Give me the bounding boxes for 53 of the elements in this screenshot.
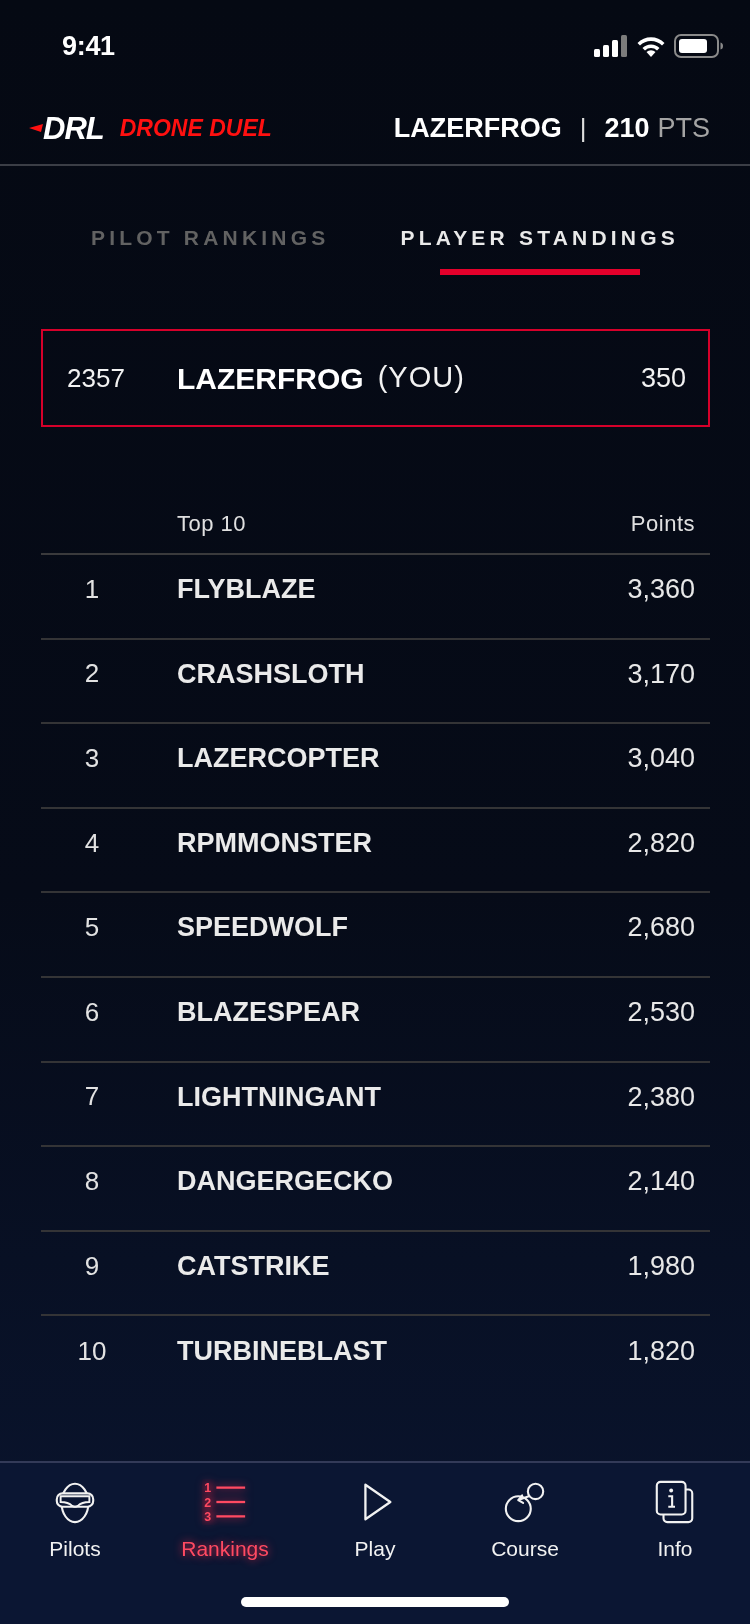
rank-number: 3 xyxy=(83,742,101,775)
rank-number: 5 xyxy=(83,911,101,945)
points-unit: PTS xyxy=(657,111,710,145)
column-header: Top 10 xyxy=(177,510,247,538)
rank-number: 6 xyxy=(83,995,101,1029)
player-name: FLYBLAZE xyxy=(177,573,316,607)
nav-item[interactable]: Pilots xyxy=(0,1463,150,1561)
app-title: DRONE DUEL xyxy=(119,113,272,143)
logo-mark: DRL xyxy=(43,112,104,144)
nav-item[interactable]: 1 2 3 Rankings xyxy=(150,1463,300,1561)
status-time: 9:41 xyxy=(62,29,115,63)
points-value: 2,680 xyxy=(627,911,695,945)
rank-number: 2357 xyxy=(67,361,126,395)
rank-number: 7 xyxy=(83,1080,101,1114)
tab[interactable]: PLAYER STANDINGS xyxy=(400,226,679,275)
rank-number: 10 xyxy=(76,1335,108,1369)
player-name: DANGERGECKO xyxy=(177,1165,393,1199)
player-name: TURBINEBLAST xyxy=(177,1335,387,1369)
player-name: LIGHTNINGANT xyxy=(177,1080,381,1114)
nav-item[interactable]: Course xyxy=(450,1463,600,1561)
points-value: 2,820 xyxy=(627,826,695,860)
wedge-icon xyxy=(29,124,43,132)
rank-number: 2 xyxy=(83,657,101,691)
nav-item[interactable]: Info xyxy=(600,1463,750,1561)
rank-number: 1 xyxy=(83,572,101,606)
player-name: LAZERFROG xyxy=(177,360,364,397)
points-value: 1,980 xyxy=(627,1249,695,1283)
player-name: LAZERCOPTER xyxy=(177,742,380,776)
points-value: 3,040 xyxy=(627,742,695,776)
points-value: 2,140 xyxy=(627,1165,695,1199)
column-header: Points xyxy=(630,510,695,538)
points-value: 2,380 xyxy=(627,1080,695,1114)
points-value: 3,170 xyxy=(627,657,695,691)
signal-icon xyxy=(594,35,628,57)
username: LAZERFROG xyxy=(393,111,562,145)
player-name: SPEEDWOLF xyxy=(177,911,348,945)
you-tag: (YOU) xyxy=(377,356,465,400)
points-value: 350 xyxy=(640,361,686,395)
player-name: BLAZESPEAR xyxy=(177,996,360,1029)
nav-item[interactable]: Play xyxy=(300,1463,450,1561)
points-value: 3,360 xyxy=(627,573,695,607)
player-name: CATSTRIKE xyxy=(177,1249,330,1283)
player-name: RPMMONSTER xyxy=(177,826,372,860)
wifi-icon xyxy=(636,35,666,57)
rank-number: 9 xyxy=(83,1249,101,1283)
player-name: CRASHSLOTH xyxy=(177,657,365,691)
rank-number: 8 xyxy=(83,1164,101,1198)
points-value: 210 xyxy=(604,111,650,145)
points-value: 1,820 xyxy=(627,1335,695,1369)
points-value: 2,530 xyxy=(627,996,695,1029)
separator: | xyxy=(579,111,587,145)
battery-icon xyxy=(674,34,724,58)
rank-number: 4 xyxy=(83,826,101,860)
